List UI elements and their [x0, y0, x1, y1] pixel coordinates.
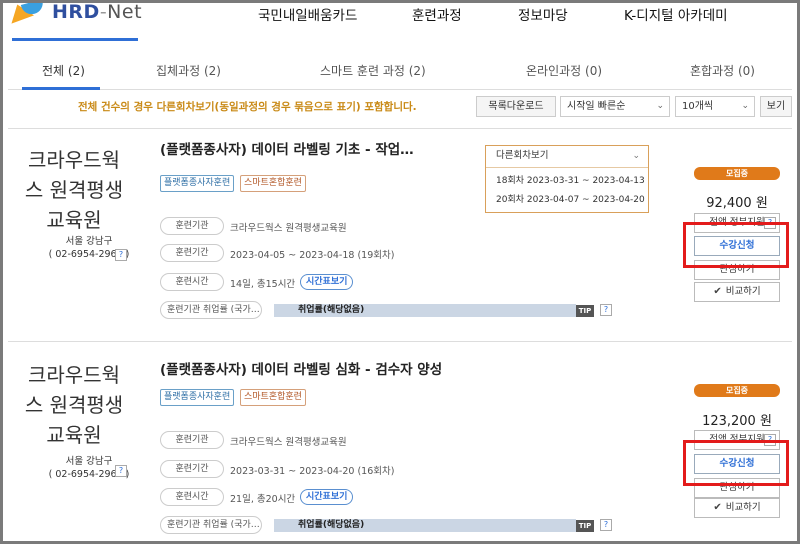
timetable-button[interactable]: 시간표보기	[300, 489, 354, 505]
chevron-down-icon: ⌄	[656, 101, 664, 111]
page-size-value: 10개씩	[682, 101, 714, 112]
page-size-select[interactable]: 10개씩 ⌄	[675, 96, 755, 117]
tab-group[interactable]: 집체과정 (2)	[156, 62, 221, 79]
logo-icon	[5, 0, 46, 24]
org-label-pill: 훈련기관	[160, 217, 224, 235]
other-round-item[interactable]: 20회차 2023-04-07 ~ 2023-04-20	[486, 193, 648, 207]
nav-k-digital-academy[interactable]: K-디지털 아카데미	[624, 4, 728, 24]
site-header: HRD-Net 국민내일배움카드 훈련과정 정보마당 K-디지털 아카데미	[0, 0, 800, 42]
tag-smart-mixed: 스마트혼합훈련	[240, 175, 306, 192]
hrd-net-logo[interactable]: HRD-Net	[5, 0, 143, 26]
time-label-pill: 훈련시간	[160, 273, 224, 291]
other-round-item[interactable]: 18회차 2023-03-31 ~ 2023-04-13	[486, 174, 648, 188]
sort-select-value: 시작일 빠른순	[567, 101, 626, 112]
course-card: 크라우드웍 스 원격평생 교육원 서울 강남구 ( 02-6954-2960 )…	[8, 342, 792, 542]
help-icon[interactable]: ?	[600, 519, 612, 531]
compare-button[interactable]: ✔ 비교하기	[694, 282, 780, 302]
org-name-line: 스 원격평생	[24, 393, 124, 417]
check-icon: ✔	[713, 286, 722, 297]
org-name-line: 교육원	[46, 423, 102, 447]
tag-platform-worker: 플랫폼종사자훈련	[160, 175, 235, 192]
org-label-pill: 훈련기관	[160, 431, 224, 449]
course-price: 92,400 원	[706, 196, 768, 211]
view-button[interactable]: 보기	[760, 96, 792, 117]
org-name[interactable]: 크라우드웍 스 원격평생 교육원	[20, 360, 128, 450]
org-name-line: 크라우드웍	[28, 148, 120, 172]
course-title[interactable]: (플랫폼종사자) 데이터 라벨링 기초 - 작업…	[160, 138, 414, 158]
logo-text: HRD-Net	[52, 1, 143, 23]
nav-training-courses[interactable]: 훈련과정	[412, 4, 462, 24]
org-name-line: 스 원격평생	[24, 178, 124, 202]
tip-badge[interactable]: TIP	[576, 520, 594, 532]
help-icon[interactable]: ?	[115, 249, 127, 261]
other-rounds-dropdown[interactable]: 다른회차보기 ⌄ 18회차 2023-03-31 ~ 2023-04-13 20…	[485, 145, 649, 213]
list-download-button[interactable]: 목록다운로드	[476, 96, 556, 117]
active-tab-indicator	[22, 87, 100, 90]
other-rounds-header[interactable]: 다른회차보기 ⌄	[486, 146, 648, 168]
period-value: 2023-04-05 ~ 2023-04-18 (19회차)	[230, 250, 395, 261]
period-value: 2023-03-31 ~ 2023-04-20 (16회차)	[230, 466, 395, 477]
tab-mixed[interactable]: 혼합과정 (0)	[690, 62, 755, 79]
compare-button[interactable]: ✔ 비교하기	[694, 498, 780, 518]
nav-national-card[interactable]: 국민내일배움카드	[258, 4, 357, 24]
other-rounds-label: 다른회차보기	[496, 150, 549, 161]
course-price: 123,200 원	[702, 414, 772, 429]
status-badge: 모집중	[694, 384, 780, 397]
compare-label: 비교하기	[725, 502, 761, 513]
tab-online[interactable]: 온라인과정 (0)	[526, 62, 602, 79]
check-icon: ✔	[713, 502, 722, 513]
course-card: 크라우드웍 스 원격평생 교육원 서울 강남구 ( 02-6954-2960 )…	[8, 129, 792, 341]
sort-select[interactable]: 시작일 빠른순 ⌄	[560, 96, 670, 117]
employment-label-pill: 훈련기관 취업률 (국가…	[160, 516, 262, 534]
time-value: 14일, 총15시간	[230, 279, 296, 290]
tab-all[interactable]: 전체 (2)	[42, 62, 85, 79]
tip-badge[interactable]: TIP	[576, 305, 594, 317]
period-label-pill: 훈련기간	[160, 460, 224, 478]
org-name[interactable]: 크라우드웍 스 원격평생 교육원	[20, 145, 128, 235]
org-value: 크라우드웍스 원격평생교육원	[230, 437, 347, 448]
nav-info[interactable]: 정보마당	[518, 4, 568, 24]
chevron-down-icon: ⌄	[741, 101, 749, 111]
period-label-pill: 훈련기간	[160, 244, 224, 262]
chevron-down-icon: ⌄	[632, 151, 640, 161]
tab-smart[interactable]: 스마트 훈련 과정 (2)	[320, 62, 426, 79]
employment-label-pill: 훈련기관 취업률 (국가…	[160, 301, 262, 319]
status-badge: 모집중	[694, 167, 780, 180]
employment-rate-bar: 취업률(해당없음)	[274, 304, 576, 317]
org-name-line: 크라우드웍	[28, 363, 120, 387]
org-name-line: 교육원	[46, 208, 102, 232]
highlight-box	[683, 440, 789, 486]
tag-smart-mixed: 스마트혼합훈련	[240, 389, 306, 406]
highlight-box	[683, 222, 789, 268]
org-value: 크라우드웍스 원격평생교육원	[230, 223, 347, 234]
help-icon[interactable]: ?	[600, 304, 612, 316]
time-label-pill: 훈련시간	[160, 488, 224, 506]
time-value: 21일, 총20시간	[230, 494, 296, 505]
tag-platform-worker: 플랫폼종사자훈련	[160, 389, 235, 406]
employment-rate-bar: 취업률(해당없음)	[274, 519, 576, 532]
compare-label: 비교하기	[725, 286, 761, 297]
org-region: 서울 강남구	[65, 236, 113, 247]
timetable-button[interactable]: 시간표보기	[300, 274, 354, 290]
course-title[interactable]: (플랫폼종사자) 데이터 라벨링 심화 - 검수자 양성	[160, 358, 442, 378]
course-type-tabs: 전체 (2) 집체과정 (2) 스마트 훈련 과정 (2) 온라인과정 (0) …	[8, 52, 792, 90]
notice-text: 전체 건수의 경우 다른회차보기(동일과정의 경우 묶음으로 표기) 포함합니다…	[78, 101, 417, 113]
logo-underline	[12, 38, 138, 41]
help-icon[interactable]: ?	[115, 465, 127, 477]
